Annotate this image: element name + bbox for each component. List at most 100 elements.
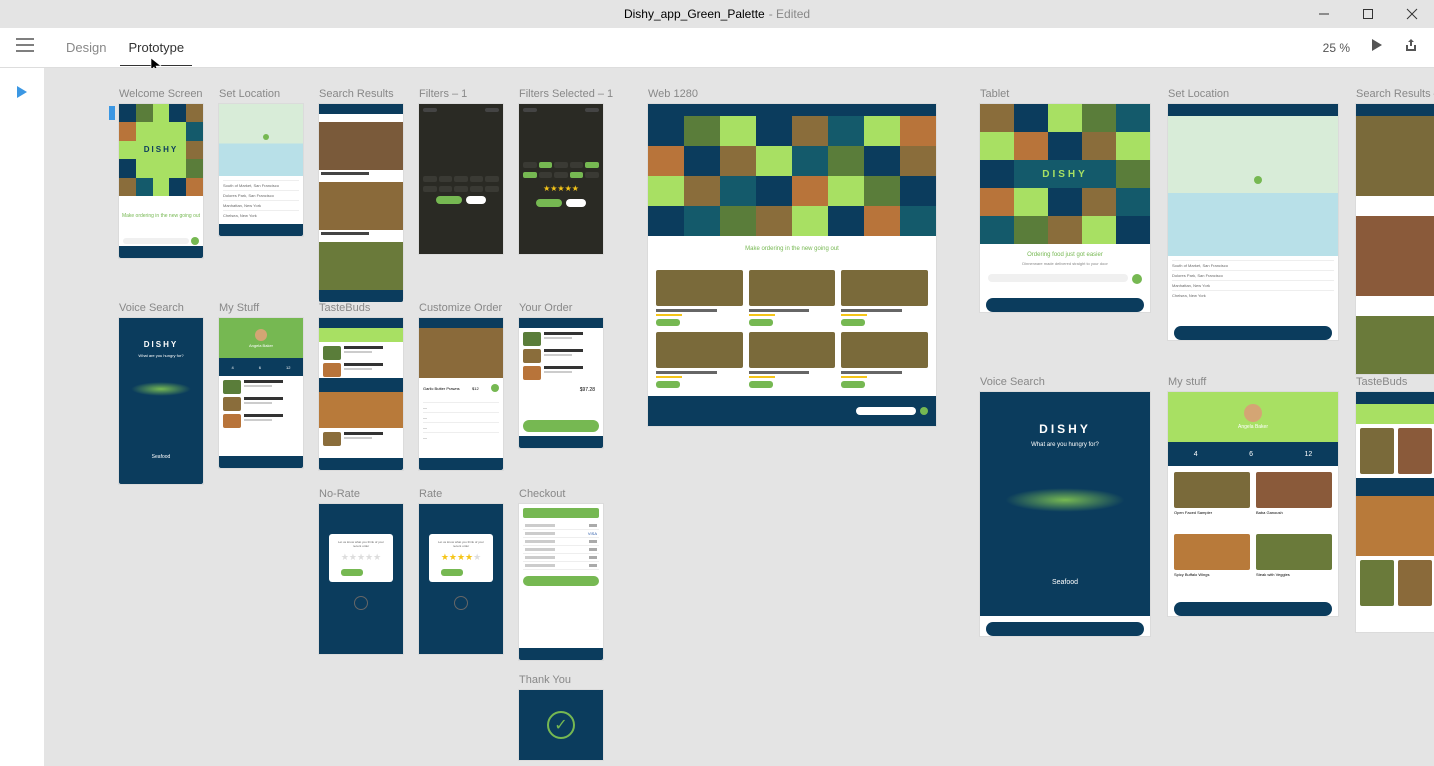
artboard-welcome-screen[interactable]: Welcome Screen DISHY Make ordering in th…: [119, 88, 203, 258]
bottom-nav[interactable]: [519, 648, 603, 660]
list-item[interactable]: Chelsea, New York: [1172, 290, 1334, 300]
add-button[interactable]: [656, 319, 680, 326]
artboard-rate[interactable]: Rate Let us know what you think of your …: [419, 488, 503, 654]
add-button[interactable]: [841, 381, 865, 388]
list-item[interactable]: —: [423, 412, 499, 422]
apply-button[interactable]: [536, 199, 562, 207]
artboard-tablet-search-results[interactable]: Search Results – 1: [1356, 88, 1434, 374]
artboard-filters-selected[interactable]: Filters Selected – 1 ★★★★★: [519, 88, 613, 254]
bottom-nav[interactable]: [986, 622, 1144, 636]
artboard-label[interactable]: My stuff: [1168, 376, 1338, 388]
artboard-tablet[interactable]: Tablet DISHY Ordering food just got easi…: [980, 88, 1150, 318]
minimize-button[interactable]: [1302, 0, 1346, 28]
artboard-no-rate[interactable]: No-Rate Let us know what you think of yo…: [319, 488, 403, 654]
map[interactable]: [1168, 116, 1338, 256]
artboard-label[interactable]: Checkout: [519, 488, 603, 500]
bottom-nav[interactable]: [986, 298, 1144, 312]
star-rating[interactable]: ★★★★★: [335, 552, 387, 563]
artboard-label[interactable]: Search Results – 1: [1356, 88, 1434, 100]
artboard-label[interactable]: Tablet: [980, 88, 1150, 100]
bottom-nav[interactable]: [1174, 326, 1332, 340]
prototype-tool-icon[interactable]: [12, 82, 32, 102]
artboard-label[interactable]: Filters Selected – 1: [519, 88, 613, 100]
artboard-label[interactable]: Web 1280: [648, 88, 936, 100]
tab-design[interactable]: Design: [64, 30, 108, 65]
complete-order-button[interactable]: [523, 420, 599, 432]
add-button[interactable]: [491, 384, 499, 392]
chevron-down-icon[interactable]: [354, 596, 368, 610]
artboard-checkout[interactable]: Checkout VISA: [519, 488, 603, 660]
list-item[interactable]: —: [423, 422, 499, 432]
artboard-label[interactable]: Your Order: [519, 302, 603, 314]
close-button[interactable]: [1390, 0, 1434, 28]
artboard-label[interactable]: Welcome Screen: [119, 88, 203, 100]
bottom-nav[interactable]: [219, 456, 303, 468]
bottom-nav[interactable]: [519, 436, 603, 448]
search-input[interactable]: [123, 238, 189, 244]
bottom-nav[interactable]: [219, 224, 303, 236]
artboard-search-results[interactable]: Search Results: [319, 88, 403, 298]
star-rating[interactable]: ★★★★★: [523, 184, 599, 193]
artboard-web-1280[interactable]: Web 1280 Make ordering in the new going …: [648, 88, 936, 426]
artboard-label[interactable]: Set Location: [219, 88, 303, 100]
artboard-set-location[interactable]: Set Location South of Market, San Franci…: [219, 88, 303, 236]
search-button[interactable]: [191, 237, 199, 245]
subscribe-button[interactable]: [920, 407, 928, 415]
artboard-label[interactable]: Set Location: [1168, 88, 1338, 100]
artboard-label[interactable]: Filters – 1: [419, 88, 503, 100]
artboard-tablet-tastebuds[interactable]: TasteBuds: [1356, 376, 1434, 632]
add-button[interactable]: [656, 381, 680, 388]
artboard-label[interactable]: TasteBuds: [319, 302, 403, 314]
artboard-label[interactable]: Rate: [419, 488, 503, 500]
list-item[interactable]: Manhattan, New York: [1172, 280, 1334, 290]
artboard-tablet-my-stuff[interactable]: My stuff Angela Baker 4 6 12 Open Faced …: [1168, 376, 1338, 622]
submit-button[interactable]: [341, 569, 363, 576]
bottom-nav[interactable]: [119, 246, 203, 258]
star-rating[interactable]: ★★★★★: [435, 552, 487, 563]
zoom-level[interactable]: 25 %: [1323, 41, 1350, 55]
artboard-label[interactable]: TasteBuds: [1356, 376, 1434, 388]
list-item[interactable]: Dolores Park, San Francisco: [223, 190, 299, 200]
add-button[interactable]: [749, 319, 773, 326]
artboard-label[interactable]: No-Rate: [319, 488, 403, 500]
play-icon[interactable]: [1370, 38, 1384, 57]
bottom-nav[interactable]: [1174, 602, 1332, 616]
artboard-filters-1[interactable]: Filters – 1: [419, 88, 503, 254]
artboard-thank-you[interactable]: Thank You ✓: [519, 674, 603, 760]
list-item[interactable]: Dolores Park, San Francisco: [1172, 270, 1334, 280]
artboard-your-order[interactable]: Your Order $97.28: [519, 302, 603, 448]
list-item[interactable]: Chelsea, New York: [223, 210, 299, 220]
tab-prototype[interactable]: Prototype: [126, 30, 186, 65]
artboard-label[interactable]: Voice Search: [119, 302, 203, 314]
add-button[interactable]: [841, 319, 865, 326]
list-item[interactable]: South of Market, San Francisco: [223, 180, 299, 190]
bottom-nav[interactable]: [319, 290, 403, 302]
maximize-button[interactable]: [1346, 0, 1390, 28]
subscribe-input[interactable]: [856, 407, 916, 415]
artboard-label[interactable]: Thank You: [519, 674, 603, 686]
list-item[interactable]: —: [423, 402, 499, 412]
search-button[interactable]: [1132, 274, 1142, 284]
list-item[interactable]: —: [423, 432, 499, 442]
bottom-nav[interactable]: [119, 472, 203, 484]
canvas[interactable]: Welcome Screen DISHY Make ordering in th…: [44, 68, 1434, 766]
hamburger-menu-icon[interactable]: [16, 38, 34, 57]
artboard-label[interactable]: Search Results: [319, 88, 403, 100]
artboard-my-stuff[interactable]: My Stuff Angela Baker 4 6 12: [219, 302, 303, 468]
artboard-tablet-set-location[interactable]: Set Location South of Market, San Franci…: [1168, 88, 1338, 346]
place-order-button[interactable]: [523, 576, 599, 586]
artboard-tablet-voice-search[interactable]: Voice Search DISHY What are you hungry f…: [980, 376, 1150, 642]
share-icon[interactable]: [1404, 38, 1418, 57]
skip-button[interactable]: [467, 569, 481, 576]
map[interactable]: [219, 104, 303, 176]
cancel-button[interactable]: [566, 199, 586, 207]
artboard-tastebuds[interactable]: TasteBuds: [319, 302, 403, 470]
list-item[interactable]: Manhattan, New York: [223, 200, 299, 210]
search-input[interactable]: [988, 274, 1128, 282]
skip-button[interactable]: [367, 569, 381, 576]
bottom-nav[interactable]: [419, 458, 503, 470]
add-button[interactable]: [749, 381, 773, 388]
artboard-label[interactable]: My Stuff: [219, 302, 303, 314]
bottom-nav[interactable]: [319, 458, 403, 470]
chevron-down-icon[interactable]: [454, 596, 468, 610]
